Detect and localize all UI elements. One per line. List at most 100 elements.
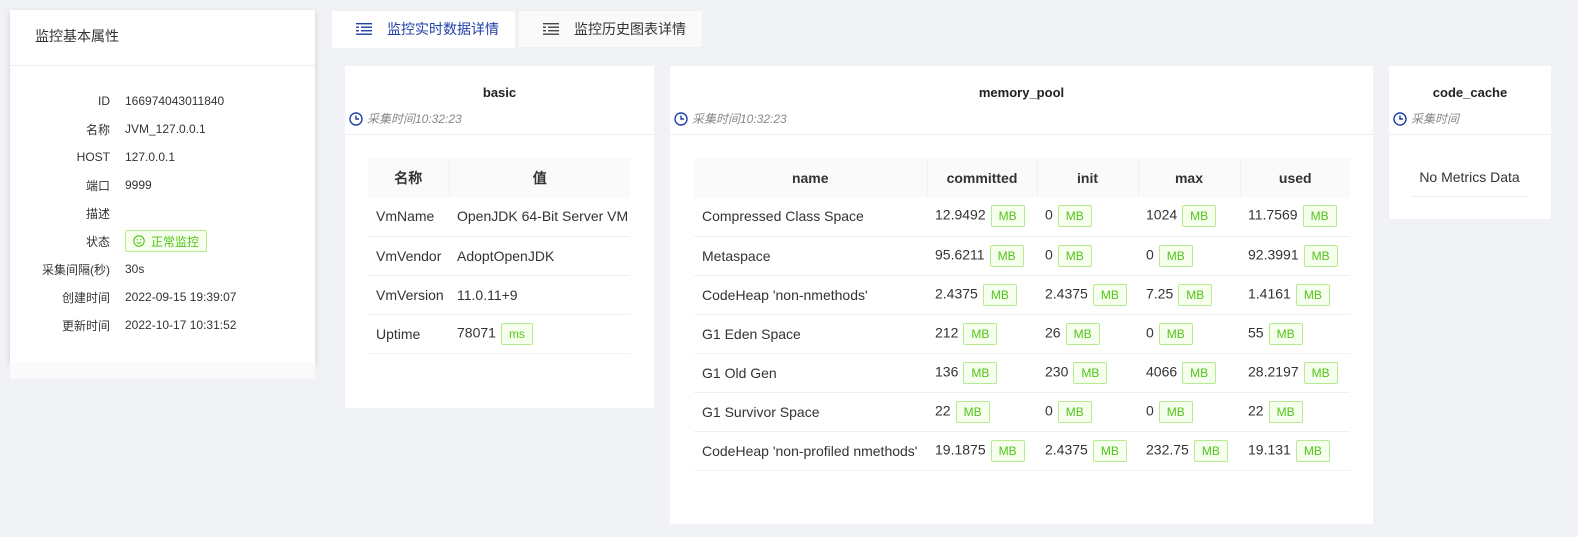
info-row: 状态 正常监控: [10, 227, 315, 255]
pool-value: 22: [935, 402, 951, 419]
info-row: 端口 9999: [10, 171, 315, 199]
list-icon: [543, 23, 559, 35]
memory-pool-table: name committed init max used Compressed …: [694, 158, 1350, 471]
column-header: name: [694, 158, 928, 197]
card-title: basic: [482, 85, 517, 100]
unit-tag: MB: [1158, 322, 1193, 345]
pool-value: 212: [935, 324, 959, 341]
pool-name: G1 Old Gen: [694, 353, 927, 393]
table-row: CodeHeap 'non-profiled nmethods' 19.1875 M…: [694, 431, 1350, 471]
card-title: memory_pool: [978, 85, 1065, 100]
pool-value-cell: 0 MB: [1138, 314, 1240, 354]
pool-value-cell: 2.4375 MB: [1037, 431, 1138, 471]
tab-label: 监控历史图表详情: [574, 21, 686, 37]
metric-name: VmName: [368, 197, 449, 237]
pool-value-cell: 7.25 MB: [1138, 275, 1240, 315]
collect-time: 采集时间: [1393, 110, 1459, 127]
pool-value-cell: 0 MB: [1037, 392, 1138, 432]
unit-tag: MB: [1057, 205, 1092, 228]
column-header: init: [1037, 158, 1139, 197]
info-card-title: 监控基本属性: [10, 10, 315, 66]
collect-time-text: 采集时间: [1411, 112, 1460, 126]
metric-name: VmVendor: [368, 236, 449, 276]
metric-value-cell: AdoptOpenJDK: [449, 236, 630, 276]
pool-value: 1024: [1146, 206, 1178, 223]
unit-tag: MB: [990, 205, 1025, 228]
pool-value-cell: 136 MB: [927, 353, 1037, 393]
table-row: G1 Old Gen 136 MB 230 MB 4066 MB 28.2197 MB: [694, 353, 1350, 393]
tab-realtime-data[interactable]: 监控实时数据详情: [331, 10, 516, 48]
table-row: VmName OpenJDK 64-Bit Server VM: [368, 197, 630, 237]
pool-value: 19.1875: [935, 441, 986, 458]
pool-value-cell: 0 MB: [1037, 197, 1138, 237]
unit-tag: MB: [1303, 244, 1338, 267]
unit-tag: MB: [1092, 283, 1127, 306]
basic-metrics-card: basic 采集时间10:32:23 名称 值 VmName OpenJDK 64…: [345, 66, 654, 408]
monitor-info-card: 监控基本属性 ID 166974043011840 名称 JVM_127.0.0.1 H…: [10, 10, 315, 363]
info-value: 2022-09-15 19:39:07: [125, 290, 237, 304]
table-row: VmVersion 11.0.11+9: [368, 275, 630, 315]
pool-value-cell: 19.1875 MB: [927, 431, 1037, 471]
pool-name: G1 Survivor Space: [694, 392, 927, 432]
pool-value-cell: 55 MB: [1240, 314, 1350, 354]
column-header: 值: [449, 158, 630, 197]
info-value: JVM_127.0.0.1: [125, 122, 206, 136]
metric-value: AdoptOpenJDK: [457, 247, 555, 264]
info-label: ID: [98, 94, 110, 108]
metric-value-cell: 78071 ms: [449, 314, 630, 354]
card-header: memory_pool 采集时间10:32:23: [670, 66, 1373, 135]
pool-value-cell: 2.4375 MB: [1037, 275, 1138, 315]
table-row: Compressed Class Space 12.9492 MB 0 MB 1024 MB…: [694, 197, 1350, 237]
pool-value-cell: 230 MB: [1037, 353, 1138, 393]
info-value: 9999: [125, 178, 152, 192]
clock-icon: [1393, 111, 1407, 126]
info-row: 描述: [10, 199, 315, 227]
info-row: HOST 127.0.0.1: [10, 143, 315, 171]
pool-value-cell: 95.6211 MB: [927, 236, 1037, 276]
pool-value: 26: [1045, 324, 1061, 341]
pool-value: 230: [1045, 363, 1069, 380]
metric-value-cell: 11.0.11+9: [449, 275, 630, 315]
pool-value-cell: 0 MB: [1138, 236, 1240, 276]
info-label: HOST: [76, 150, 110, 164]
pool-value: 0: [1045, 246, 1053, 263]
pool-value-cell: 1.4161 MB: [1240, 275, 1350, 315]
metric-name: Uptime: [368, 314, 449, 354]
pool-value-cell: 2.4375 MB: [927, 275, 1037, 315]
collect-time: 采集时间10:32:23: [674, 110, 787, 127]
pool-value-cell: 92.3991 MB: [1240, 236, 1350, 276]
info-label: 名称: [85, 122, 110, 137]
unit-tag: MB: [1178, 283, 1213, 306]
collect-time-text: 采集时间10:32:23: [692, 112, 787, 126]
collect-time-text: 采集时间10:32:23: [367, 112, 462, 126]
pool-name: CodeHeap 'non-profiled nmethods': [694, 431, 927, 471]
metric-value: 78071: [457, 324, 496, 341]
info-value: 2022-10-17 10:31:52: [125, 318, 237, 332]
tab-history-chart[interactable]: 监控历史图表详情: [518, 10, 703, 48]
info-row: 采集间隔(秒) 30s: [10, 255, 315, 283]
unit-tag: MB: [1268, 400, 1303, 423]
column-header: max: [1138, 158, 1241, 197]
pool-value: 2.4375: [1045, 285, 1088, 302]
pool-value-cell: 0 MB: [1138, 392, 1240, 432]
column-header: committed: [927, 158, 1038, 197]
info-label: 更新时间: [61, 318, 110, 333]
unit-tag: MB: [1092, 439, 1127, 462]
info-row: 更新时间 2022-10-17 10:31:52: [10, 311, 315, 339]
pool-value-cell: 28.2197 MB: [1240, 353, 1350, 393]
pool-value: 19.131: [1248, 441, 1291, 458]
pool-value-cell: 22 MB: [927, 392, 1037, 432]
pool-value: 232.75: [1146, 441, 1189, 458]
detail-tabs: 监控实时数据详情 监控历史图表详情: [331, 10, 705, 48]
basic-table: 名称 值 VmName OpenJDK 64-Bit Server VM VmVen…: [368, 158, 630, 354]
table-row: Metaspace 95.6211 MB 0 MB 0 MB 92.3991 MB: [694, 236, 1350, 276]
pool-value-cell: 232.75 MB: [1138, 431, 1240, 471]
info-label: 采集间隔(秒): [42, 262, 110, 277]
card-header: code_cache 采集时间: [1389, 66, 1551, 135]
pool-value: 2.4375: [935, 285, 978, 302]
unit-tag: MB: [1057, 400, 1092, 423]
memory-pool-card: memory_pool 采集时间10:32:23 name committed …: [670, 66, 1373, 524]
unit-tag: MB: [1065, 322, 1100, 345]
table-row: G1 Eden Space 212 MB 26 MB 0 MB 55 MB: [694, 314, 1350, 354]
pool-value: 92.3991: [1248, 246, 1299, 263]
